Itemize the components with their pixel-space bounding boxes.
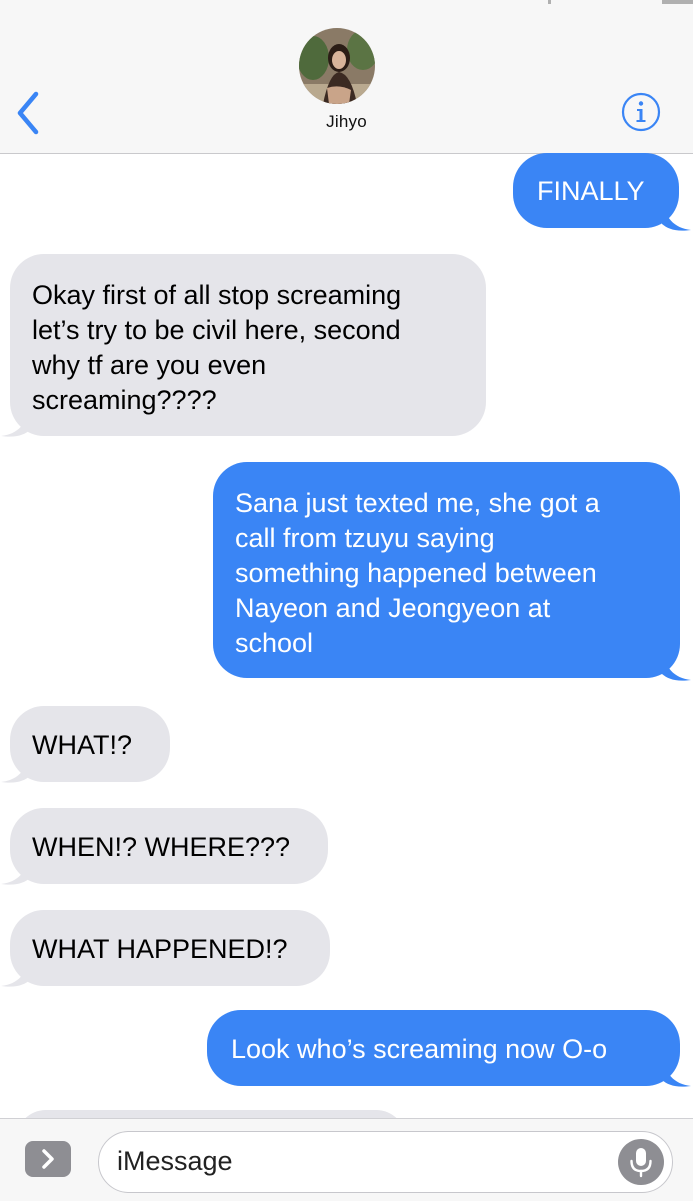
message-text-line: why tf are you even [32, 350, 267, 380]
info-button[interactable] [621, 92, 661, 132]
apps-expand-button[interactable] [25, 1141, 71, 1177]
message-text: WHEN!? WHERE??? [32, 832, 291, 862]
bubble-tail [1, 748, 30, 783]
bubble-tail [1, 850, 30, 885]
message-text-line: let’s try to be civil here, second [32, 315, 401, 345]
contact-name[interactable]: Jihyo [0, 112, 693, 132]
avatar-photo [299, 28, 375, 104]
microphone-icon [630, 1148, 652, 1178]
message-text-line: school [235, 628, 314, 658]
message-text: WHAT!? [32, 730, 132, 760]
incoming-message[interactable]: WHAT!? [10, 706, 170, 782]
message-text-line: screaming???? [32, 385, 217, 415]
chevron-right-icon [42, 1149, 54, 1169]
outgoing-message[interactable]: FINALLY [513, 153, 679, 228]
battery-fragment [662, 0, 693, 4]
bubble-tail [662, 1052, 691, 1087]
contact-avatar[interactable] [299, 28, 375, 104]
message-text-line: Nayeon and Jeongyeon at [235, 593, 551, 623]
incoming-message[interactable]: WHAT HAPPENED!? [10, 910, 330, 986]
input-placeholder: iMessage [117, 1146, 233, 1176]
info-circle-icon [621, 92, 661, 132]
bubble-tail [1, 402, 30, 437]
message-text: Look who’s screaming now O-o [231, 1034, 608, 1064]
message-text-line: Sana just texted me, she got a [235, 488, 600, 518]
message-composer: iMessage [0, 1118, 693, 1201]
status-bar-fragment [548, 0, 551, 4]
dictation-button[interactable] [618, 1139, 664, 1185]
outgoing-message[interactable]: Look who’s screaming now O-o [207, 1010, 680, 1086]
conversation-header: Jihyo [0, 0, 693, 154]
message-text: WHAT HAPPENED!? [32, 934, 288, 964]
incoming-message[interactable]: Okay first of all stop screaming let’s t… [10, 254, 486, 436]
message-text: FINALLY [537, 176, 645, 206]
message-input[interactable]: iMessage [98, 1131, 673, 1193]
bubble-tail [662, 646, 691, 681]
message-text-line: call from tzuyu saying [235, 523, 495, 553]
message-text-line: Okay first of all stop screaming [32, 280, 402, 310]
incoming-message[interactable]: WHEN!? WHERE??? [10, 808, 328, 884]
message-text-line: something happened between [235, 558, 597, 588]
bubble-tail [662, 196, 691, 231]
bubble-tail [1, 952, 30, 987]
outgoing-message[interactable]: Sana just texted me, she got a call from… [213, 462, 680, 678]
